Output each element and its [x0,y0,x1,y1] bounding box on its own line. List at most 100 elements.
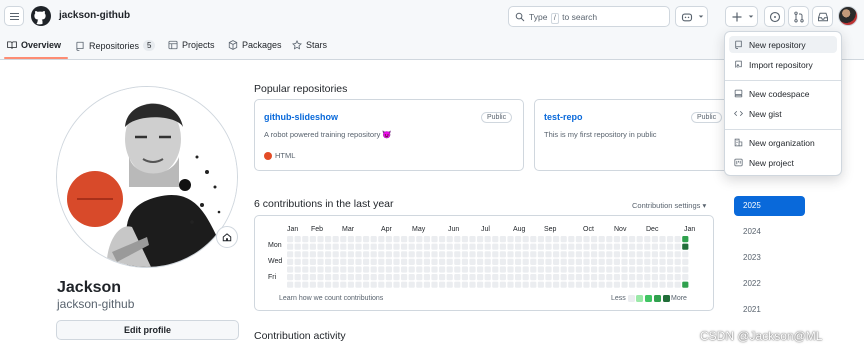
menu-item-new-gist[interactable]: New gist [729,105,837,122]
project-icon [734,158,743,167]
contributions-title: 6 contributions in the last year [254,198,394,210]
set-status-button[interactable] [216,226,238,248]
learn-contributions-link[interactable]: Learn how we count contributions [279,295,383,302]
package-icon [228,40,238,50]
search-placeholder: Type / to search [529,12,598,24]
legend-level-2 [645,295,652,302]
repositories-count: 5 [143,40,156,51]
watermark: CSDN @Jackson@ML [700,329,823,343]
repo-description: A robot powered training repository 😈 [264,130,392,139]
repo-link[interactable]: github-slideshow [264,112,338,122]
search-icon [515,12,525,22]
contribution-activity-title: Contribution activity [254,330,346,342]
search-input[interactable]: Type / to search [508,6,670,27]
popular-repositories-title: Popular repositories [254,83,348,95]
legend-less-label: Less [611,295,626,302]
repo-description: This is my first repository in public [544,130,657,139]
search-shortcut-key: / [550,13,559,24]
chevron-down-icon [748,15,754,18]
copilot-icon [681,13,693,22]
edit-profile-button[interactable]: Edit profile [56,320,239,340]
tab-repositories[interactable]: Repositories 5 [75,40,156,51]
create-new-button[interactable] [725,6,758,27]
tab-packages[interactable]: Packages [228,40,282,50]
year-link-2024[interactable]: 2024 [734,222,805,242]
profile-avatar[interactable] [56,86,238,268]
menu-divider [725,80,841,81]
issues-button[interactable] [764,6,785,27]
tab-overview[interactable]: Overview [7,40,61,50]
menu-button[interactable] [4,6,24,26]
month-label: Dec [646,226,659,233]
profile-login: jackson-github [57,297,135,311]
year-link-2025[interactable]: 2025 [734,196,805,216]
menu-item-new-codespace[interactable]: New codespace [729,85,837,102]
repo-push-icon [735,60,742,68]
legend-level-1 [636,295,643,302]
menu-divider [725,129,841,130]
month-label: Mar [342,226,355,233]
month-label: Jul [481,226,490,233]
contribution-settings-button[interactable]: Contribution settings ▾ [632,201,706,210]
visibility-badge: Public [481,112,513,123]
codespaces-icon [734,89,743,98]
month-label: Feb [311,226,324,233]
github-logo-icon[interactable] [31,6,51,26]
repo-card: github-slideshow Public A robot powered … [254,99,524,171]
git-pull-request-icon [794,11,804,23]
code-icon [734,110,743,117]
day-label: Mon [268,242,282,249]
menu-item-new-project[interactable]: New project [729,154,837,171]
repo-card: test-repo Public This is my first reposi… [534,99,734,171]
issue-opened-icon [769,11,781,23]
profile-avatar-image [57,87,237,267]
inbox-button[interactable] [812,6,833,27]
create-new-menu: New repository Import repository New cod… [724,31,842,176]
user-avatar[interactable] [838,6,858,26]
pull-requests-button[interactable] [788,6,809,27]
language-color-icon [264,151,272,160]
repo-icon [735,40,742,49]
smiling-imp-emoji-icon: 😈 [382,130,392,139]
chevron-down-icon [698,15,704,18]
month-label: May [412,226,426,233]
tab-projects[interactable]: Projects [168,40,215,50]
month-label: Nov [614,226,627,233]
month-label: Oct [583,226,594,233]
day-label: Fri [268,274,277,281]
day-label: Wed [268,258,283,265]
month-label: Jan [287,226,299,233]
repo-icon [76,41,84,51]
legend-level-4 [663,295,670,302]
legend-more-label: More [671,295,687,302]
organization-icon [734,138,743,147]
profile-name: Jackson [57,279,122,296]
year-link-2022[interactable]: 2022 [734,274,805,294]
home-emoji-icon [222,233,232,242]
inbox-icon [818,12,828,22]
month-label: Sep [544,226,557,233]
table-icon [168,40,178,50]
global-header: jackson-github Type / to search [0,0,864,34]
legend-level-3 [654,295,661,302]
month-label: Aug [513,226,526,233]
active-tab-indicator [4,57,68,59]
context-username[interactable]: jackson-github [59,10,130,21]
plus-icon [732,12,742,22]
month-label: Jun [448,226,460,233]
month-label: Jan [684,226,696,233]
book-icon [7,41,17,49]
menu-item-import-repository[interactable]: Import repository [729,56,837,73]
legend-level-0 [628,295,635,302]
menu-item-new-repository[interactable]: New repository [729,36,837,53]
repo-link[interactable]: test-repo [544,112,583,122]
month-label: Apr [381,226,392,233]
menu-item-new-organization[interactable]: New organization [729,134,837,151]
repo-language: HTML [264,151,295,160]
tab-stars[interactable]: Stars [292,40,327,50]
year-link-2021[interactable]: 2021 [734,300,805,320]
star-icon [292,40,302,50]
year-link-2023[interactable]: 2023 [734,248,805,268]
copilot-button[interactable] [675,6,708,27]
visibility-badge: Public [691,112,723,123]
